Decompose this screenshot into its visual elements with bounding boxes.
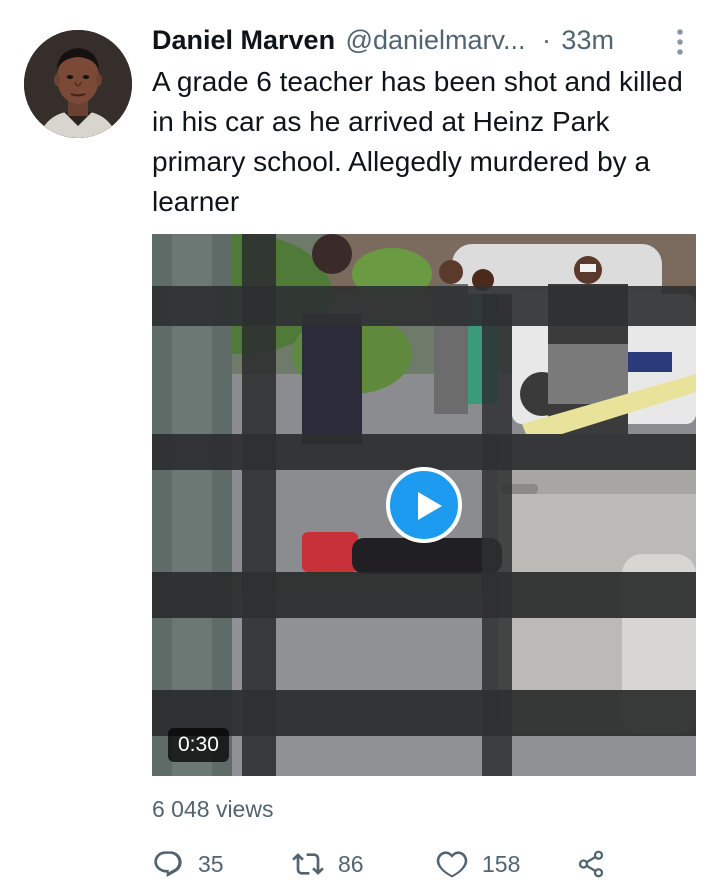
tweet-header: Daniel Marven @danielmarv... · 33m xyxy=(152,25,690,61)
tweet-timestamp[interactable]: 33m xyxy=(561,25,614,55)
share-button[interactable] xyxy=(576,842,606,886)
share-icon xyxy=(578,850,604,878)
avatar-image xyxy=(24,30,132,138)
reply-icon xyxy=(154,851,182,877)
heart-icon xyxy=(436,851,468,878)
tweet-actions: 35 86 158 xyxy=(152,842,622,886)
tweet-text: A grade 6 teacher has been shot and kill… xyxy=(152,66,683,217)
timestamp-separator: · xyxy=(541,25,551,55)
view-count: 6 048 views xyxy=(152,796,274,822)
author-handle[interactable]: @danielmarv... xyxy=(346,25,526,55)
retweet-button[interactable]: 86 xyxy=(292,842,364,886)
video-duration: 0:30 xyxy=(168,728,229,762)
retweet-icon xyxy=(292,853,324,875)
like-button[interactable]: 158 xyxy=(436,842,520,886)
play-button[interactable] xyxy=(386,467,462,543)
avatar[interactable] xyxy=(24,30,132,138)
reply-button[interactable]: 35 xyxy=(152,842,224,886)
author-display-name[interactable]: Daniel Marven xyxy=(152,25,335,55)
like-count: 158 xyxy=(482,850,521,877)
tweet[interactable]: Daniel Marven @danielmarv... · 33m A gra… xyxy=(0,0,720,888)
reply-count: 35 xyxy=(198,850,224,877)
retweet-count: 86 xyxy=(338,850,364,877)
video-player[interactable]: 0:30 xyxy=(152,234,696,776)
more-options-icon[interactable] xyxy=(670,27,690,57)
play-icon xyxy=(418,492,442,520)
